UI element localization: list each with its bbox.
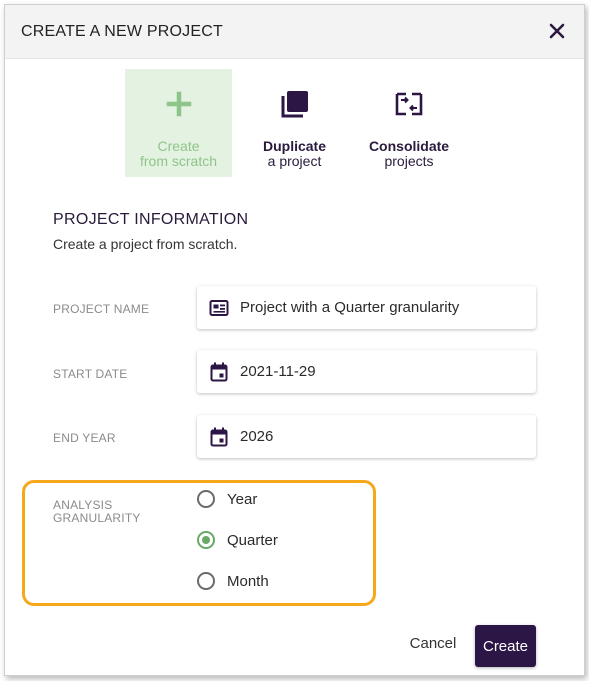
mode-label-line2: projects [384, 153, 434, 169]
mode-label-line1: Duplicate [262, 138, 326, 154]
section-title: PROJECT INFORMATION [53, 211, 249, 228]
radio-button[interactable] [197, 572, 215, 590]
create-project-dialog: CREATE A NEW PROJECT Create from scratch… [4, 4, 585, 676]
duplicate-icon [280, 89, 310, 119]
project-name-field[interactable] [197, 286, 536, 329]
mode-duplicate-project[interactable]: Duplicate a project [248, 69, 341, 177]
radio-label: Year [227, 490, 258, 508]
section-subtitle: Create a project from scratch. [53, 236, 238, 252]
project-name-input[interactable] [240, 299, 530, 316]
end-year-label: END YEAR [53, 431, 116, 445]
mode-label-line1: Consolidate [368, 138, 450, 154]
dialog-header: CREATE A NEW PROJECT [5, 5, 584, 59]
granularity-option-year[interactable]: Year [197, 490, 257, 508]
radio-label: Month [227, 572, 269, 590]
mode-create-from-scratch[interactable]: Create from scratch [125, 69, 232, 177]
granularity-label: ANALYSIS GRANULARITY [53, 499, 141, 525]
end-year-input[interactable] [240, 428, 530, 445]
radio-button-checked[interactable] [197, 531, 215, 549]
granularity-option-quarter[interactable]: Quarter [197, 531, 278, 549]
start-date-label: START DATE [53, 367, 128, 381]
card-text-icon [209, 298, 229, 318]
radio-button[interactable] [197, 490, 215, 508]
mode-label-line1: Create [157, 138, 200, 154]
start-date-input[interactable] [240, 363, 530, 380]
plus-icon [166, 89, 192, 119]
cancel-button[interactable]: Cancel [400, 625, 466, 661]
start-date-field[interactable] [197, 350, 536, 393]
mode-consolidate-projects[interactable]: Consolidate projects [361, 69, 457, 177]
end-year-field[interactable] [197, 415, 536, 458]
calendar-icon [209, 427, 229, 447]
mode-label-line2: from scratch [139, 153, 217, 169]
radio-label: Quarter [227, 531, 278, 549]
granularity-label-line2: GRANULARITY [53, 511, 141, 525]
calendar-icon [209, 362, 229, 382]
consolidate-icon [395, 89, 423, 119]
radio-dot [202, 536, 210, 544]
mode-label-line2: a project [267, 153, 322, 169]
close-button[interactable] [544, 18, 570, 44]
granularity-option-month[interactable]: Month [197, 572, 269, 590]
project-name-label: PROJECT NAME [53, 302, 150, 316]
create-button[interactable]: Create [475, 625, 536, 667]
dialog-title: CREATE A NEW PROJECT [21, 23, 223, 40]
close-icon [549, 23, 565, 39]
